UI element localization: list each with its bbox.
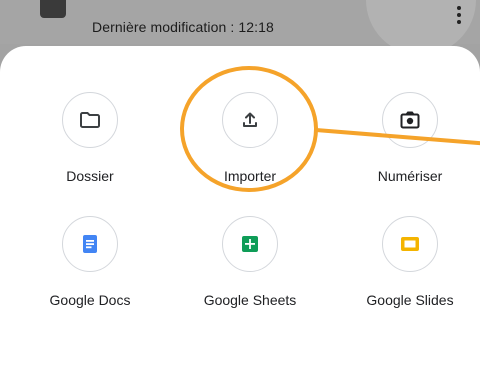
camera-icon xyxy=(400,111,420,129)
folder-icon xyxy=(80,112,100,128)
google-slides-icon xyxy=(401,237,419,251)
google-docs-label: Google Docs xyxy=(49,292,131,308)
google-slides-button[interactable] xyxy=(382,216,438,272)
file-row[interactable]: Dernière modification : 12:18 xyxy=(0,0,480,55)
google-docs-button[interactable] xyxy=(62,216,118,272)
highlight-circle xyxy=(180,66,318,192)
google-sheets-button[interactable] xyxy=(222,216,278,272)
folder-button[interactable] xyxy=(62,92,118,148)
folder-label: Dossier xyxy=(66,168,114,184)
file-thumbnail xyxy=(40,0,66,18)
last-modified-text: Dernière modification : 12:18 xyxy=(92,19,274,35)
google-sheets-icon xyxy=(242,236,258,252)
scan-label: Numériser xyxy=(377,168,443,184)
google-sheets-label: Google Sheets xyxy=(203,292,297,308)
google-slides-label: Google Slides xyxy=(366,292,454,308)
google-docs-icon xyxy=(83,235,97,253)
more-options-icon[interactable] xyxy=(452,6,466,30)
